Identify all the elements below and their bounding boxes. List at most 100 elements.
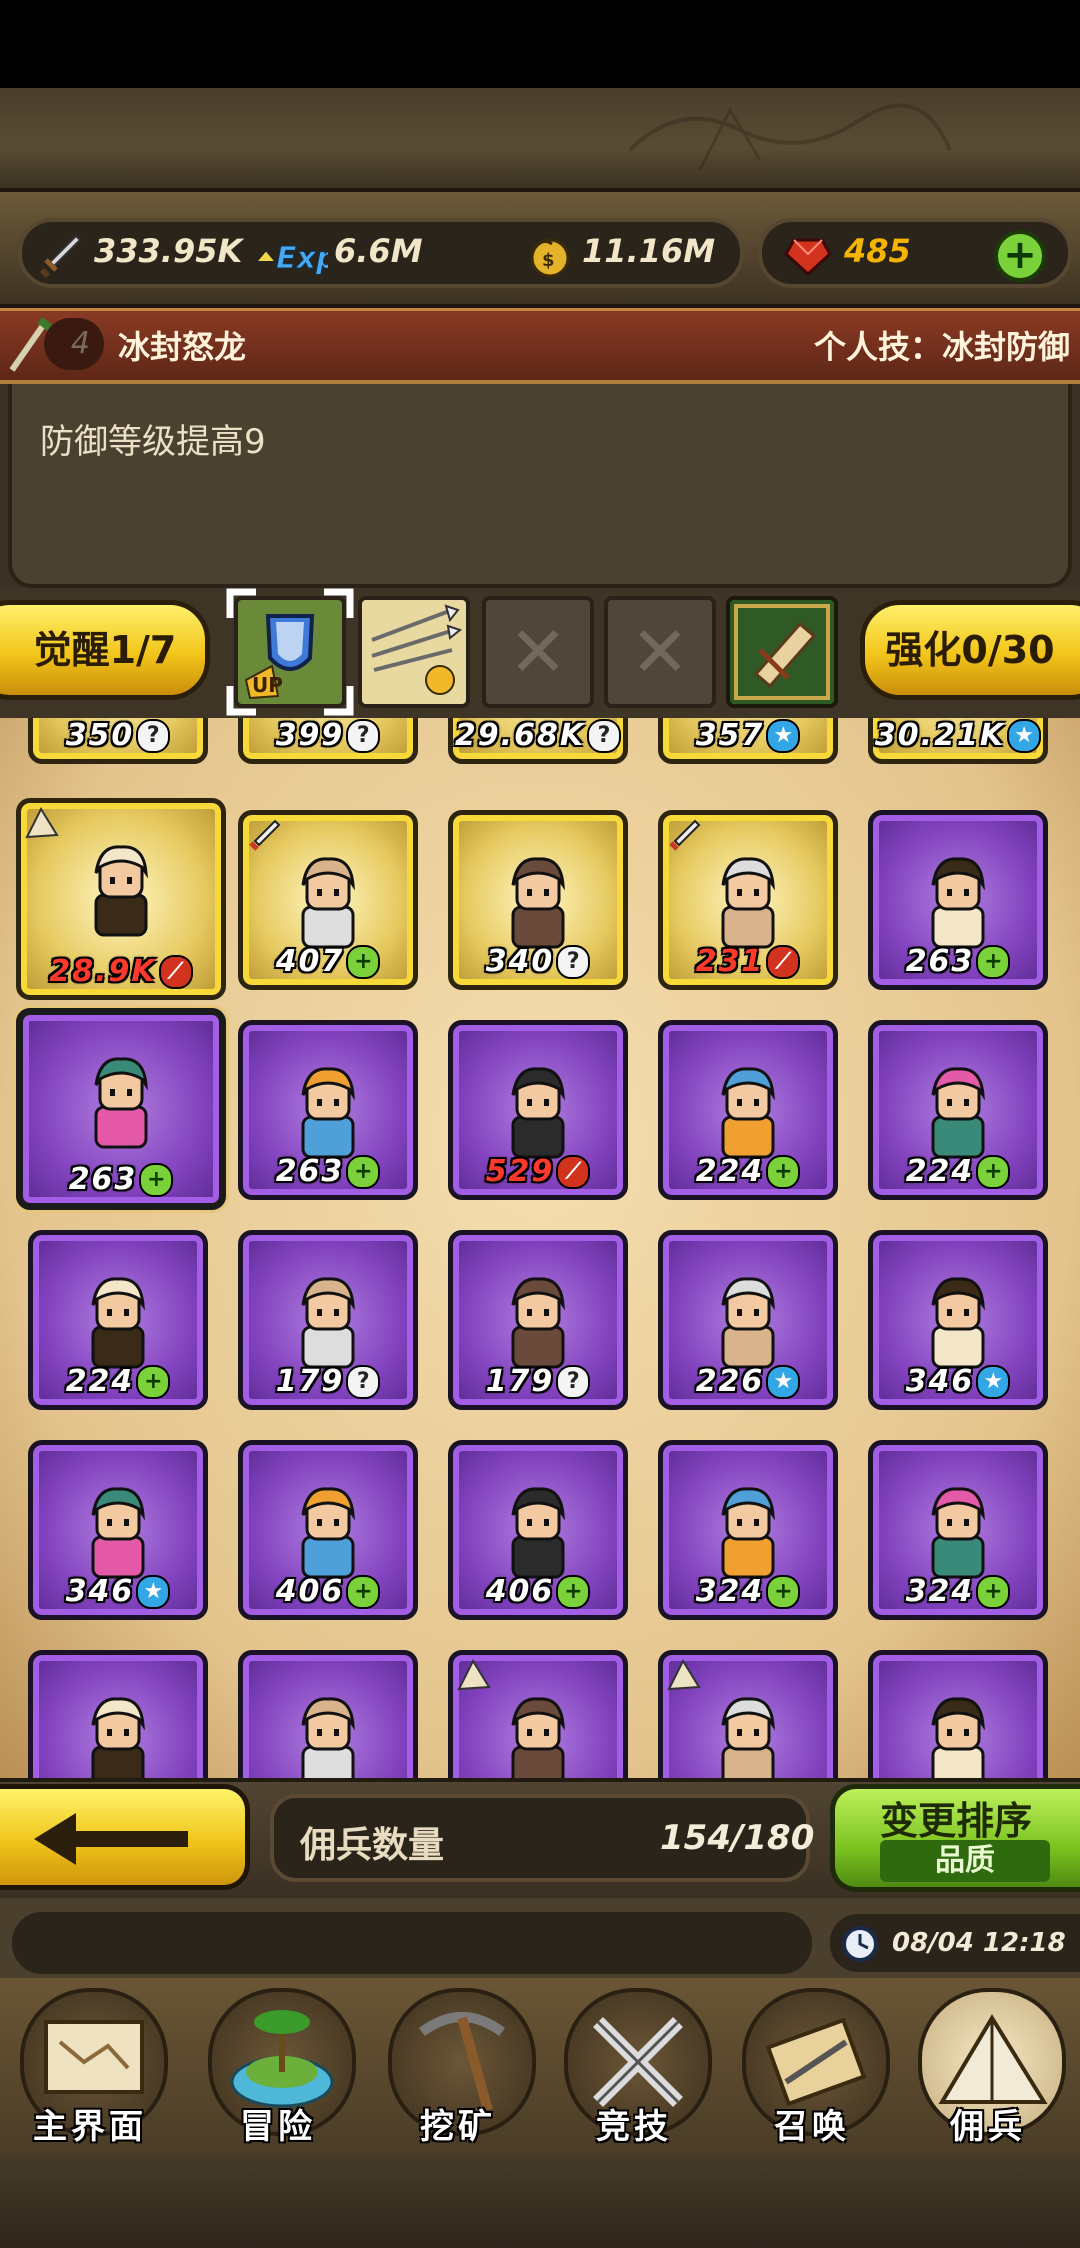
mercenary-sprite-icon [721,1277,775,1369]
nav-mining[interactable]: 挖矿 [374,1980,542,2156]
mercenary-power: 263 + [243,1153,413,1189]
mercenary-power: 231 ⟋ [663,944,833,979]
mercenary-power-value: 263 [905,943,975,979]
mercenary-card-partial[interactable]: 399? [238,718,418,764]
mercenary-card[interactable]: 406 + [238,1440,418,1620]
mercenary-power-value: 263 [275,1153,345,1189]
mercenary-card[interactable]: 224 + [658,1020,838,1200]
mercenary-sprite-icon [511,1277,565,1369]
mercenary-card[interactable]: 529 ⟋ [448,1020,628,1200]
mercenary-sprite-icon [721,1697,775,1778]
mercenary-sprite-icon [721,1067,775,1159]
mercenary-count-label: 佣兵数量 [300,1825,445,1866]
mercenary-card[interactable]: 224 + [28,1230,208,1410]
mercenary-sprite-icon [511,1487,565,1579]
mercenary-power: 406 + [453,1574,623,1609]
question-badge-icon: ? [346,719,381,753]
plus-badge-icon: + [346,1575,381,1609]
mercenary-card[interactable] [238,1650,418,1778]
mercenary-card[interactable]: 324 + [658,1440,838,1620]
clock-icon [842,1926,878,1962]
plus-badge-icon: + [136,1365,171,1399]
mercenary-card[interactable]: 263 + [238,1020,418,1200]
awaken-button[interactable]: 觉醒1/7 [0,600,210,700]
plus-badge-icon: + [976,1155,1011,1189]
mercenary-card[interactable]: 224 + [868,1020,1048,1200]
tent-tag-icon [25,806,59,839]
mercenary-power-value: 263 [68,1161,138,1197]
mercenary-card[interactable]: 179? [238,1230,418,1410]
mercenary-card-partial[interactable]: 350? [28,718,208,764]
mercenary-card[interactable]: 263 + [16,1008,226,1210]
mercenary-sprite-icon [91,1697,145,1778]
tent-tag-icon [667,1658,701,1691]
svg-text:Exp: Exp [276,241,328,276]
mercenary-sprite-icon [91,1277,145,1369]
mercenary-card[interactable]: 231 ⟋ [658,810,838,990]
mercenary-card-partial[interactable]: 29.68K? [448,718,628,764]
mercenary-sprite-icon [931,1277,985,1369]
mercenary-power-value: 28.9K [49,953,157,989]
ruby-gem-icon [784,238,832,277]
nav-home[interactable]: 主界面 [6,1980,174,2156]
mercenary-card[interactable] [448,1650,628,1778]
mercenary-card[interactable] [868,1650,1048,1778]
star-badge-icon: ★ [976,1365,1011,1399]
enhance-button[interactable]: 强化0/30 [860,600,1080,700]
plus-badge-icon: + [346,1155,381,1189]
nav-label: 佣兵 [950,2107,1026,2147]
nav-adventure[interactable]: 冒险 [194,1980,362,2156]
equip-slot-scroll[interactable] [726,596,838,708]
mercenary-card[interactable]: 324 + [868,1440,1048,1620]
mercenary-power: 179? [453,1363,623,1399]
mercenary-power-value: 224 [905,1153,975,1189]
sword-tag-icon [249,819,281,851]
mercenary-power: 346 ★ [873,1364,1043,1399]
mercenary-card[interactable]: 263 + [868,810,1048,990]
nav-summon[interactable]: 召唤 [728,1980,896,2156]
mercenary-power-value: 340 [485,943,555,979]
mercenary-power-value: 324 [905,1573,975,1609]
mercenary-power-value: 350 [65,718,135,753]
add-gems-button[interactable]: + [994,230,1046,282]
back-button[interactable] [0,1784,250,1890]
gold-value: 11.16M [582,232,716,270]
question-badge-icon: ? [346,1365,381,1399]
mercenary-card[interactable]: 407 + [238,810,418,990]
equip-slot-locked-1: ✕ [482,596,594,708]
skill-description: 防御等级提高9 [40,422,266,462]
chat-input[interactable] [12,1912,812,1974]
mercenary-sprite-icon [301,1067,355,1159]
selection-bracket-icon [226,588,354,716]
mercenary-power: 28.9K ⟋ [21,953,221,989]
question-badge-icon: ? [587,719,622,753]
mercenary-card[interactable]: 346 ★ [28,1440,208,1620]
mercenary-sprite-icon [511,1067,565,1159]
mercenary-card[interactable]: 340? [448,810,628,990]
mercenary-card[interactable]: 346 ★ [868,1230,1048,1410]
mercenary-card-partial[interactable]: 357 ★ [658,718,838,764]
mercenary-card[interactable]: 226 ★ [658,1230,838,1410]
nav-arena[interactable]: 竞技 [550,1980,718,2156]
mercenary-power-value: 179 [275,1363,345,1399]
mercenary-sprite-icon [301,1697,355,1778]
mercenary-card[interactable]: 179? [448,1230,628,1410]
locked-x-icon: ✕ [508,611,568,693]
red-badge-icon: ⟋ [556,1155,591,1189]
mercenary-card[interactable]: 28.9K ⟋ [16,798,226,1000]
equip-slot-arrows[interactable] [358,596,470,708]
mercenary-card-partial[interactable]: 30.21K ★ [868,718,1048,764]
mercenary-card[interactable] [658,1650,838,1778]
svg-text:$: $ [542,250,555,271]
mercenary-card[interactable] [28,1650,208,1778]
nav-label: 主界面 [33,2107,147,2147]
back-arrow-icon [34,1813,188,1865]
mercenary-power: 406 + [243,1574,413,1609]
mercenary-power-value: 179 [485,1363,555,1399]
star-badge-icon: ★ [766,1365,801,1399]
nav-mercenary[interactable]: 佣兵 [904,1980,1072,2156]
mercenary-card[interactable]: 406 + [448,1440,628,1620]
mercenary-power: 346 ★ [33,1574,203,1609]
attack-value: 333.95K [94,232,243,270]
plus-badge-icon: + [346,945,381,979]
